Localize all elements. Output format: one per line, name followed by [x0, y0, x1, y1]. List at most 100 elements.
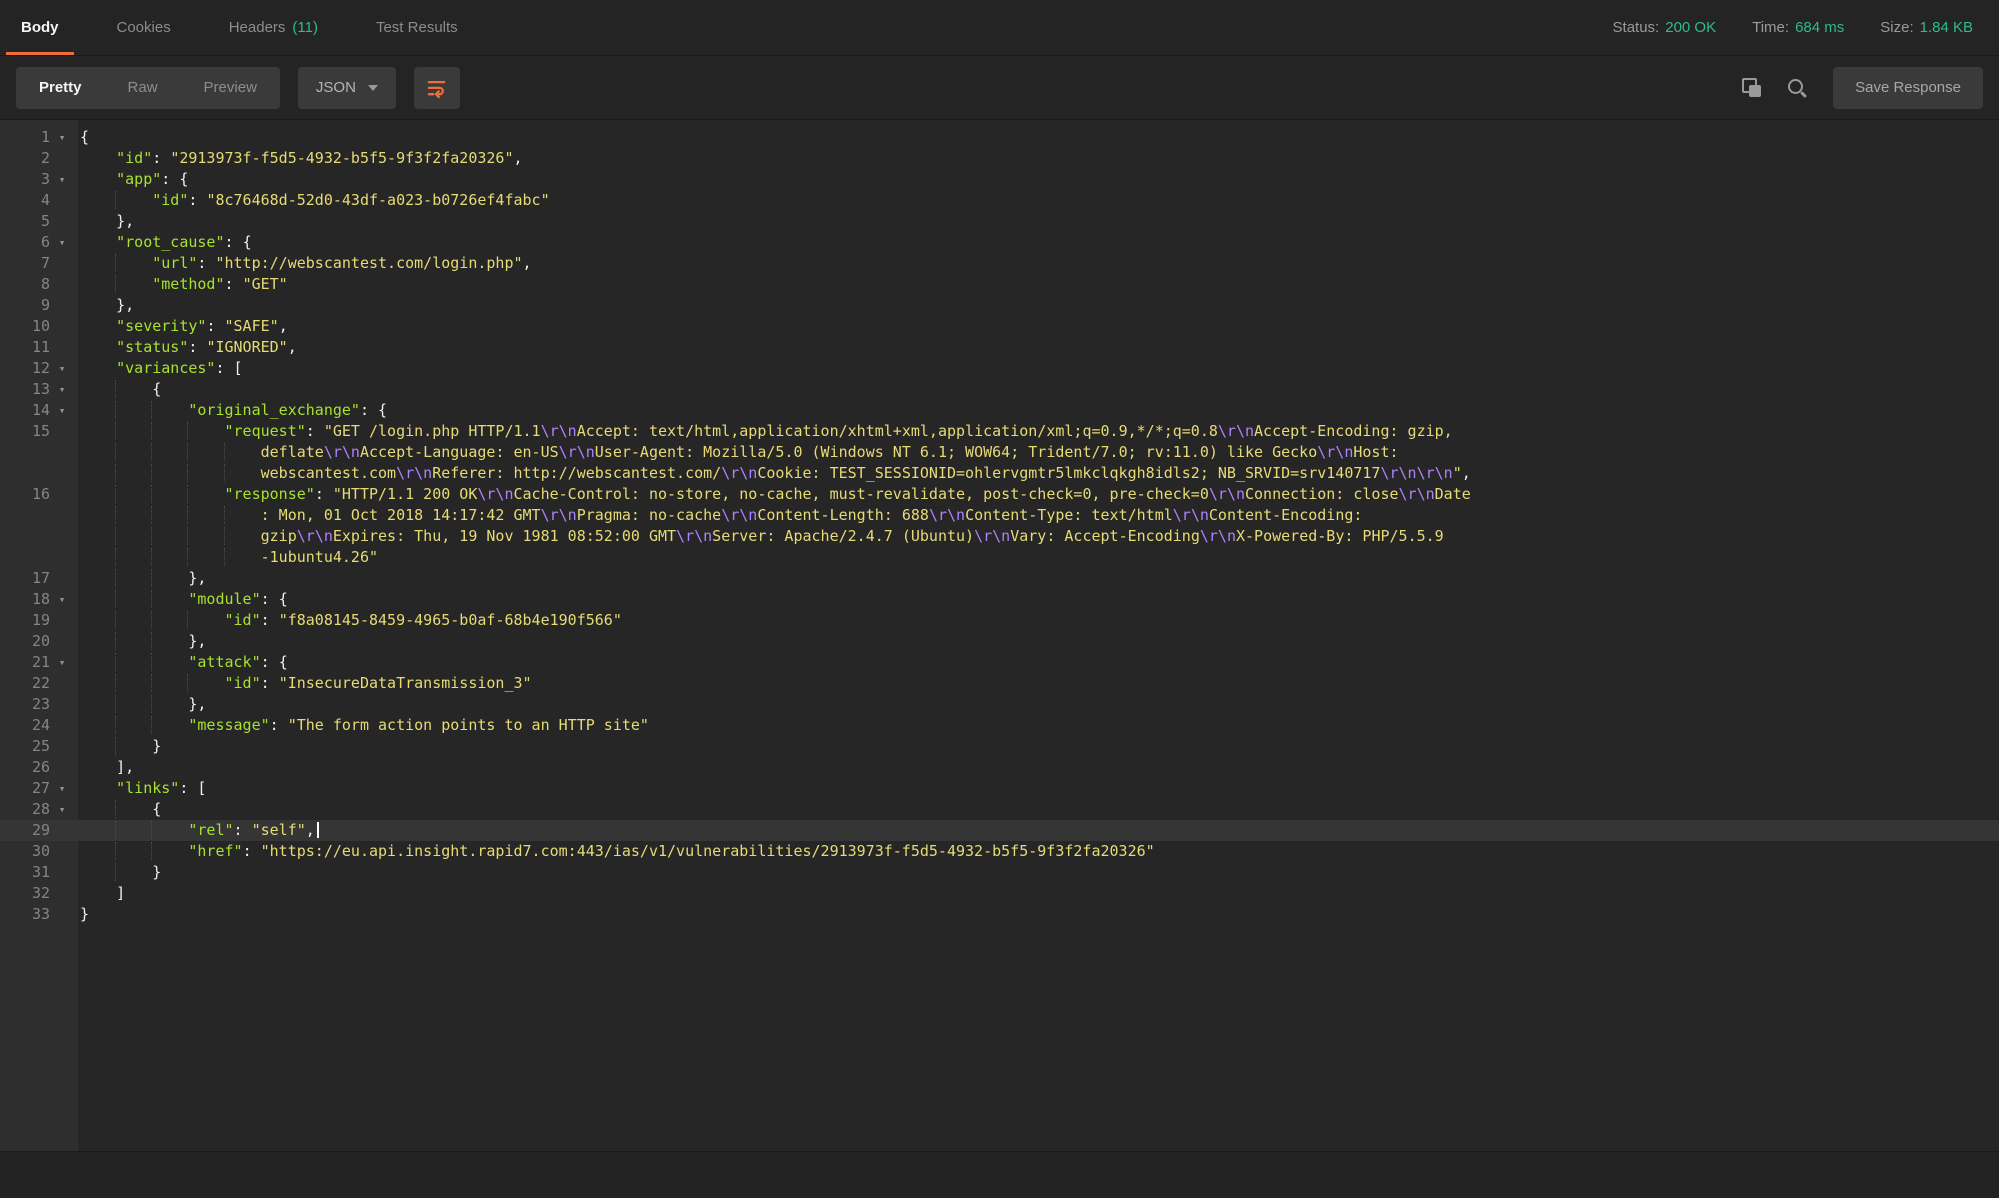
- line-number: 3: [0, 169, 50, 190]
- code-row: 2 "id": "2913973f-f5d5-4932-b5f5-9f3f2fa…: [0, 148, 1999, 169]
- fold-arrow-icon[interactable]: ▾: [50, 232, 74, 253]
- line-number: 28: [0, 799, 50, 820]
- line-number: [0, 463, 50, 484]
- copy-icon: [1742, 78, 1761, 97]
- code-row: 18▾ "module": {: [0, 589, 1999, 610]
- view-mode-preview[interactable]: Preview: [181, 67, 280, 109]
- fold-arrow-icon[interactable]: ▾: [50, 799, 74, 820]
- copy-button[interactable]: [1742, 78, 1761, 97]
- search-button[interactable]: [1787, 78, 1807, 98]
- line-number: [0, 526, 50, 547]
- size-label: Size:: [1880, 19, 1913, 36]
- code-row: 10 "severity": "SAFE",: [0, 316, 1999, 337]
- line-number: 8: [0, 274, 50, 295]
- fold-arrow-icon[interactable]: ▾: [50, 778, 74, 799]
- tab-headers-label: Headers: [229, 19, 286, 36]
- fold-arrow-icon[interactable]: ▾: [50, 652, 74, 673]
- line-number: 13: [0, 379, 50, 400]
- code-row: 28▾ {: [0, 799, 1999, 820]
- code-row: -1ubuntu4.26": [0, 547, 1999, 568]
- line-number: 24: [0, 715, 50, 736]
- code-row: 17 },: [0, 568, 1999, 589]
- code-row: 11 "status": "IGNORED",: [0, 337, 1999, 358]
- language-select[interactable]: JSON: [298, 67, 396, 109]
- code-row: 5 },: [0, 211, 1999, 232]
- line-number: 14: [0, 400, 50, 421]
- fold-arrow-icon[interactable]: ▾: [50, 400, 74, 421]
- wrap-text-icon: [425, 76, 448, 99]
- code-row: 19 "id": "f8a08145-8459-4965-b0af-68b4e1…: [0, 610, 1999, 631]
- line-number: 33: [0, 904, 50, 925]
- tab-body[interactable]: Body: [6, 0, 74, 55]
- line-number: 10: [0, 316, 50, 337]
- response-tabs: Body Cookies Headers (11) Test Results: [0, 0, 501, 55]
- line-number: 25: [0, 736, 50, 757]
- code-row: 25 }: [0, 736, 1999, 757]
- code-row: 7 "url": "http://webscantest.com/login.p…: [0, 253, 1999, 274]
- status-label: Status:: [1613, 19, 1660, 36]
- wrap-text-button[interactable]: [414, 67, 460, 109]
- code-row: 33}: [0, 904, 1999, 925]
- line-number: [0, 505, 50, 526]
- code-row: : Mon, 01 Oct 2018 14:17:42 GMT\r\nPragm…: [0, 505, 1999, 526]
- tab-cookies[interactable]: Cookies: [102, 0, 186, 55]
- response-body-editor[interactable]: 1▾{2 "id": "2913973f-f5d5-4932-b5f5-9f3f…: [0, 120, 1999, 1198]
- status-value: 200 OK: [1665, 19, 1716, 36]
- code-row: 22 "id": "InsecureDataTransmission_3": [0, 673, 1999, 694]
- fold-arrow-icon[interactable]: ▾: [50, 358, 74, 379]
- fold-arrow-icon[interactable]: ▾: [50, 379, 74, 400]
- code-row: 32 ]: [0, 883, 1999, 904]
- tab-headers[interactable]: Headers (11): [214, 0, 333, 55]
- line-number: 23: [0, 694, 50, 715]
- line-number: 32: [0, 883, 50, 904]
- line-number: 22: [0, 673, 50, 694]
- line-number: [0, 547, 50, 568]
- line-number: 17: [0, 568, 50, 589]
- view-mode-raw[interactable]: Raw: [105, 67, 181, 109]
- code-row: 8 "method": "GET": [0, 274, 1999, 295]
- language-select-value: JSON: [316, 79, 356, 96]
- code-row: 1▾{: [0, 127, 1999, 148]
- code-lines: 1▾{2 "id": "2913973f-f5d5-4932-b5f5-9f3f…: [0, 120, 1999, 925]
- search-icon: [1787, 78, 1807, 98]
- code-row: 24 "message": "The form action points to…: [0, 715, 1999, 736]
- line-number: 19: [0, 610, 50, 631]
- code-row: 9 },: [0, 295, 1999, 316]
- save-response-button[interactable]: Save Response: [1833, 67, 1983, 109]
- line-number: 27: [0, 778, 50, 799]
- time-label: Time:: [1752, 19, 1789, 36]
- code-row: 27▾ "links": [: [0, 778, 1999, 799]
- code-row: 29 "rel": "self",: [0, 820, 1999, 841]
- code-row: 20 },: [0, 631, 1999, 652]
- tab-cookies-label: Cookies: [117, 19, 171, 36]
- chevron-down-icon: [368, 85, 378, 91]
- tab-test-results[interactable]: Test Results: [361, 0, 473, 55]
- tab-test-results-label: Test Results: [376, 19, 458, 36]
- headers-count-badge: (11): [292, 19, 318, 36]
- line-number: 5: [0, 211, 50, 232]
- code-row: 16 "response": "HTTP/1.1 200 OK\r\nCache…: [0, 484, 1999, 505]
- tab-body-label: Body: [21, 19, 59, 36]
- size-value: 1.84 KB: [1920, 19, 1973, 36]
- line-number: 21: [0, 652, 50, 673]
- fold-arrow-icon[interactable]: ▾: [50, 589, 74, 610]
- fold-arrow-icon[interactable]: ▾: [50, 127, 74, 148]
- fold-arrow-icon[interactable]: ▾: [50, 169, 74, 190]
- code-row: 31 }: [0, 862, 1999, 883]
- line-number: 11: [0, 337, 50, 358]
- code-row: gzip\r\nExpires: Thu, 19 Nov 1981 08:52:…: [0, 526, 1999, 547]
- line-number: 30: [0, 841, 50, 862]
- code-row: 26 ],: [0, 757, 1999, 778]
- code-row: 15 "request": "GET /login.php HTTP/1.1\r…: [0, 421, 1999, 442]
- line-number: 16: [0, 484, 50, 505]
- line-number: 20: [0, 631, 50, 652]
- view-mode-pretty[interactable]: Pretty: [16, 67, 105, 109]
- line-number: 1: [0, 127, 50, 148]
- view-mode-switcher: Pretty Raw Preview: [16, 67, 280, 109]
- line-number: 18: [0, 589, 50, 610]
- line-number: 9: [0, 295, 50, 316]
- code-row: 30 "href": "https://eu.api.insight.rapid…: [0, 841, 1999, 862]
- line-number: 7: [0, 253, 50, 274]
- size-indicator: Size: 1.84 KB: [1880, 19, 1973, 36]
- line-number: 6: [0, 232, 50, 253]
